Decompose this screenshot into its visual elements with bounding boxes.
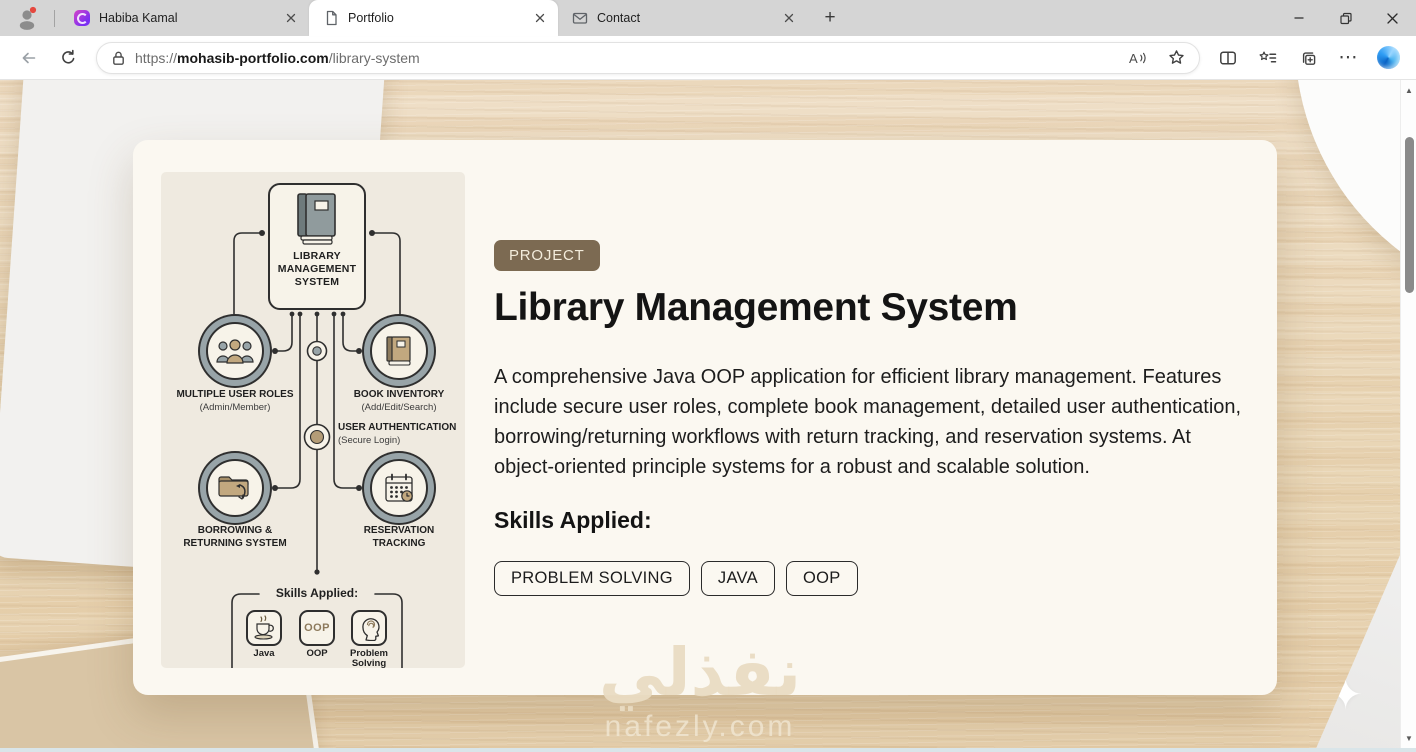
folder-return-icon (218, 476, 249, 500)
browser-window: Habiba Kamal Portfolio Contact + https:/… (0, 0, 1416, 752)
back-button[interactable] (10, 41, 46, 75)
copilot-button[interactable] (1370, 41, 1406, 75)
bottom-edge-strip (0, 748, 1416, 752)
thinking-head-icon (362, 618, 380, 641)
users-icon (216, 339, 254, 364)
envelope-icon (572, 10, 588, 26)
habiba-site-icon (74, 10, 90, 26)
refresh-button[interactable] (50, 41, 86, 75)
profile-button[interactable] (0, 0, 54, 36)
skills-heading: Skills Applied: (494, 507, 652, 533)
label-user-roles: MULTIPLE USER ROLES (Admin/Member) (176, 389, 294, 413)
book-icon (297, 193, 336, 245)
watermark-latin: nafezly.com (604, 710, 796, 743)
browser-tab-bar: Habiba Kamal Portfolio Contact + (0, 0, 1416, 36)
browser-toolbar: https://mohasib-portfolio.com/library-sy… (0, 36, 1416, 80)
label-java: Java (253, 648, 275, 659)
skill-badge-java: JAVA (700, 561, 775, 596)
scroll-down-arrow[interactable]: ▼ (1401, 730, 1416, 746)
collections-button[interactable] (1290, 41, 1326, 75)
skill-badge-problem-solving: PROBLEM SOLVING (494, 561, 690, 596)
diagram-node-user-roles (206, 322, 264, 380)
project-badge: PROJECT (494, 240, 600, 271)
split-screen-button[interactable] (1210, 41, 1246, 75)
read-aloud-button[interactable]: A (1122, 44, 1152, 72)
book-icon (386, 335, 411, 366)
tab-label: Habiba Kamal (99, 11, 178, 25)
label-user-auth: USER AUTHENTICATION (Secure Login) (338, 422, 457, 446)
diagram-skill-oop: OOP (299, 610, 335, 646)
page-title: Library Management System (494, 286, 1018, 329)
scrollbar-thumb[interactable] (1404, 137, 1414, 293)
tab-close-icon[interactable] (282, 10, 299, 27)
tab-label: Contact (597, 11, 641, 25)
document-icon (323, 10, 339, 26)
tab-divider (54, 9, 55, 27)
scrollbar[interactable]: ▲ ▼ (1400, 80, 1416, 752)
lock-icon (113, 51, 124, 65)
diagram-skill-java (246, 610, 282, 646)
tab-label: Portfolio (348, 11, 394, 25)
decor-paper-top-right (1295, 80, 1416, 305)
java-coffee-icon (254, 615, 274, 640)
skill-badge-row: PROBLEM SOLVING JAVA OOP (494, 561, 858, 596)
project-diagram: LIBRARY MANAGEMENT SYSTEM MULTIPLE USER … (161, 172, 465, 668)
scroll-up-arrow[interactable]: ▲ (1401, 82, 1416, 98)
url-path: /library-system (328, 49, 420, 66)
label-book-inventory: BOOK INVENTORY (Add/Edit/Search) (353, 389, 445, 413)
star-icon (1168, 50, 1184, 64)
diagram-skill-problem (351, 610, 387, 646)
tab-portfolio[interactable]: Portfolio (309, 0, 558, 36)
restore-button[interactable] (1322, 0, 1369, 36)
favorite-star-button[interactable] (1161, 44, 1191, 72)
diagram-node-book-inventory (370, 322, 428, 380)
favorites-list-button[interactable] (1250, 41, 1286, 75)
project-card: LIBRARY MANAGEMENT SYSTEM MULTIPLE USER … (133, 140, 1277, 695)
new-tab-button[interactable]: + (815, 3, 845, 33)
diagram-node-borrowing (206, 459, 264, 517)
url-text: https://mohasib-portfolio.com/library-sy… (135, 50, 1113, 66)
project-description: A comprehensive Java OOP application for… (494, 366, 1242, 478)
close-window-button[interactable] (1369, 0, 1416, 36)
label-oop: OOP (306, 648, 328, 659)
settings-menu-button[interactable]: ⋯ (1330, 41, 1366, 75)
copilot-icon (1376, 46, 1400, 69)
label-reservation: RESERVATION TRACKING (363, 525, 435, 549)
window-controls (1275, 0, 1416, 36)
diagram-center-title: LIBRARY MANAGEMENT SYSTEM (277, 250, 357, 288)
calendar-clock-icon (385, 473, 413, 502)
label-problem-solving: Problem Solving (349, 648, 389, 669)
skill-badge-oop: OOP (785, 561, 858, 596)
read-aloud-icon: A (1129, 51, 1138, 66)
address-bar[interactable]: https://mohasib-portfolio.com/library-sy… (96, 41, 1200, 74)
ellipsis-icon: ⋯ (1338, 47, 1358, 68)
url-domain: mohasib-portfolio.com (177, 49, 329, 66)
label-borrowing: BORROWING & RETURNING SYSTEM (183, 525, 287, 549)
diagram-node-reservation (370, 459, 428, 517)
page-content: ✦ LIBRARY MANAGEMENT SYSTEM MULTIPLE USE… (0, 80, 1416, 752)
minimize-button[interactable] (1275, 0, 1322, 36)
sparkle-icon: ✦ (1328, 671, 1364, 718)
url-scheme: https:// (135, 49, 178, 66)
tab-contact[interactable]: Contact (558, 0, 807, 36)
diagram-skills-label: Skills Applied: (275, 586, 359, 600)
oop-text-icon: OOP (304, 622, 330, 634)
tab-close-icon[interactable] (531, 10, 548, 27)
diagram-center-node: LIBRARY MANAGEMENT SYSTEM (268, 183, 366, 310)
tab-habiba-kamal[interactable]: Habiba Kamal (60, 0, 309, 36)
tab-close-icon[interactable] (780, 10, 797, 27)
profile-avatar-icon (19, 6, 37, 30)
